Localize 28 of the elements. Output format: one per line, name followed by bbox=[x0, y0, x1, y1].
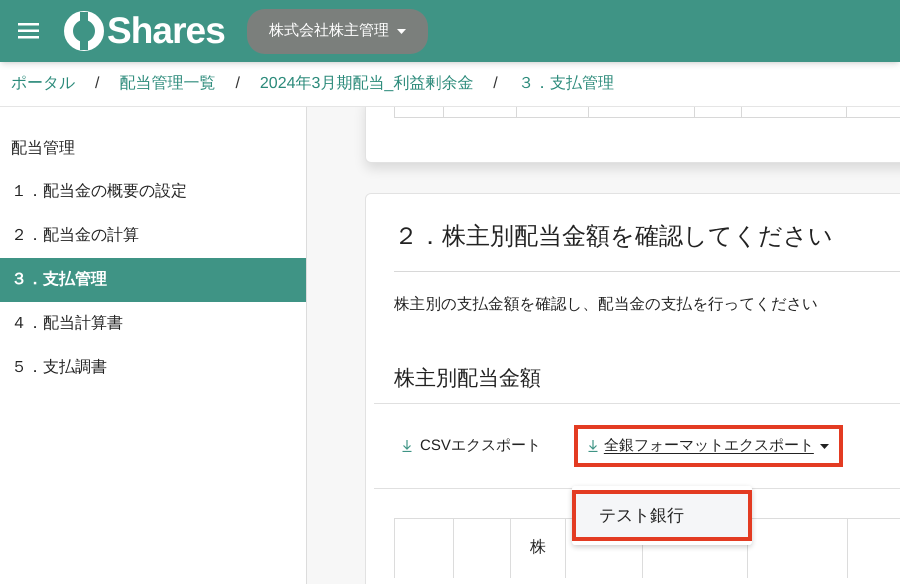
sidebar-heading: 配当管理 bbox=[10, 139, 76, 159]
ring-icon bbox=[63, 10, 105, 52]
caret-icon bbox=[820, 444, 829, 448]
breadcrumb-separator: / bbox=[95, 74, 100, 94]
download-icon bbox=[588, 440, 598, 452]
breadcrumb-link[interactable]: 2024年3月期配当_利益剰余金 bbox=[260, 72, 474, 96]
sidebar-item[interactable]: １．配当金の概要の設定 bbox=[0, 170, 306, 214]
breadcrumb-separator: / bbox=[493, 74, 498, 94]
sidebar-item[interactable]: ５．支払調書 bbox=[0, 346, 306, 390]
sidebar-item[interactable]: ３．支払管理 bbox=[0, 258, 306, 302]
sidebar-item[interactable]: ２．配当金の計算 bbox=[0, 214, 306, 258]
company-dropdown[interactable]: 株式会社株主管理 bbox=[246, 8, 428, 54]
section-description: 株主別の支払金額を確認し、配当金の支払を行ってください bbox=[394, 294, 819, 315]
subsection-title: 株主別配当金額 bbox=[394, 366, 542, 392]
column-header: 株 bbox=[530, 539, 546, 558]
breadcrumb-link[interactable]: ３．支払管理 bbox=[518, 72, 614, 96]
export-dropdown[interactable]: 全銀フォーマットエクスポート bbox=[574, 425, 843, 467]
app-logo[interactable]: Shares bbox=[107, 3, 225, 59]
csv-export-link[interactable]: CSVエクスポート bbox=[398, 425, 545, 467]
menu-icon[interactable] bbox=[18, 23, 39, 39]
menu-item[interactable]: テスト銀行 bbox=[572, 490, 752, 541]
breadcrumb-separator: / bbox=[235, 74, 240, 94]
download-icon bbox=[402, 440, 412, 452]
sidebar-item[interactable]: ４．配当計算書 bbox=[0, 302, 306, 346]
breadcrumb-link[interactable]: ポータル bbox=[11, 72, 75, 96]
caret-icon bbox=[396, 28, 406, 34]
section-title: ２．株主別配当金額を確認してください bbox=[394, 222, 834, 252]
breadcrumb-link[interactable]: 配当管理一覧 bbox=[119, 72, 216, 96]
